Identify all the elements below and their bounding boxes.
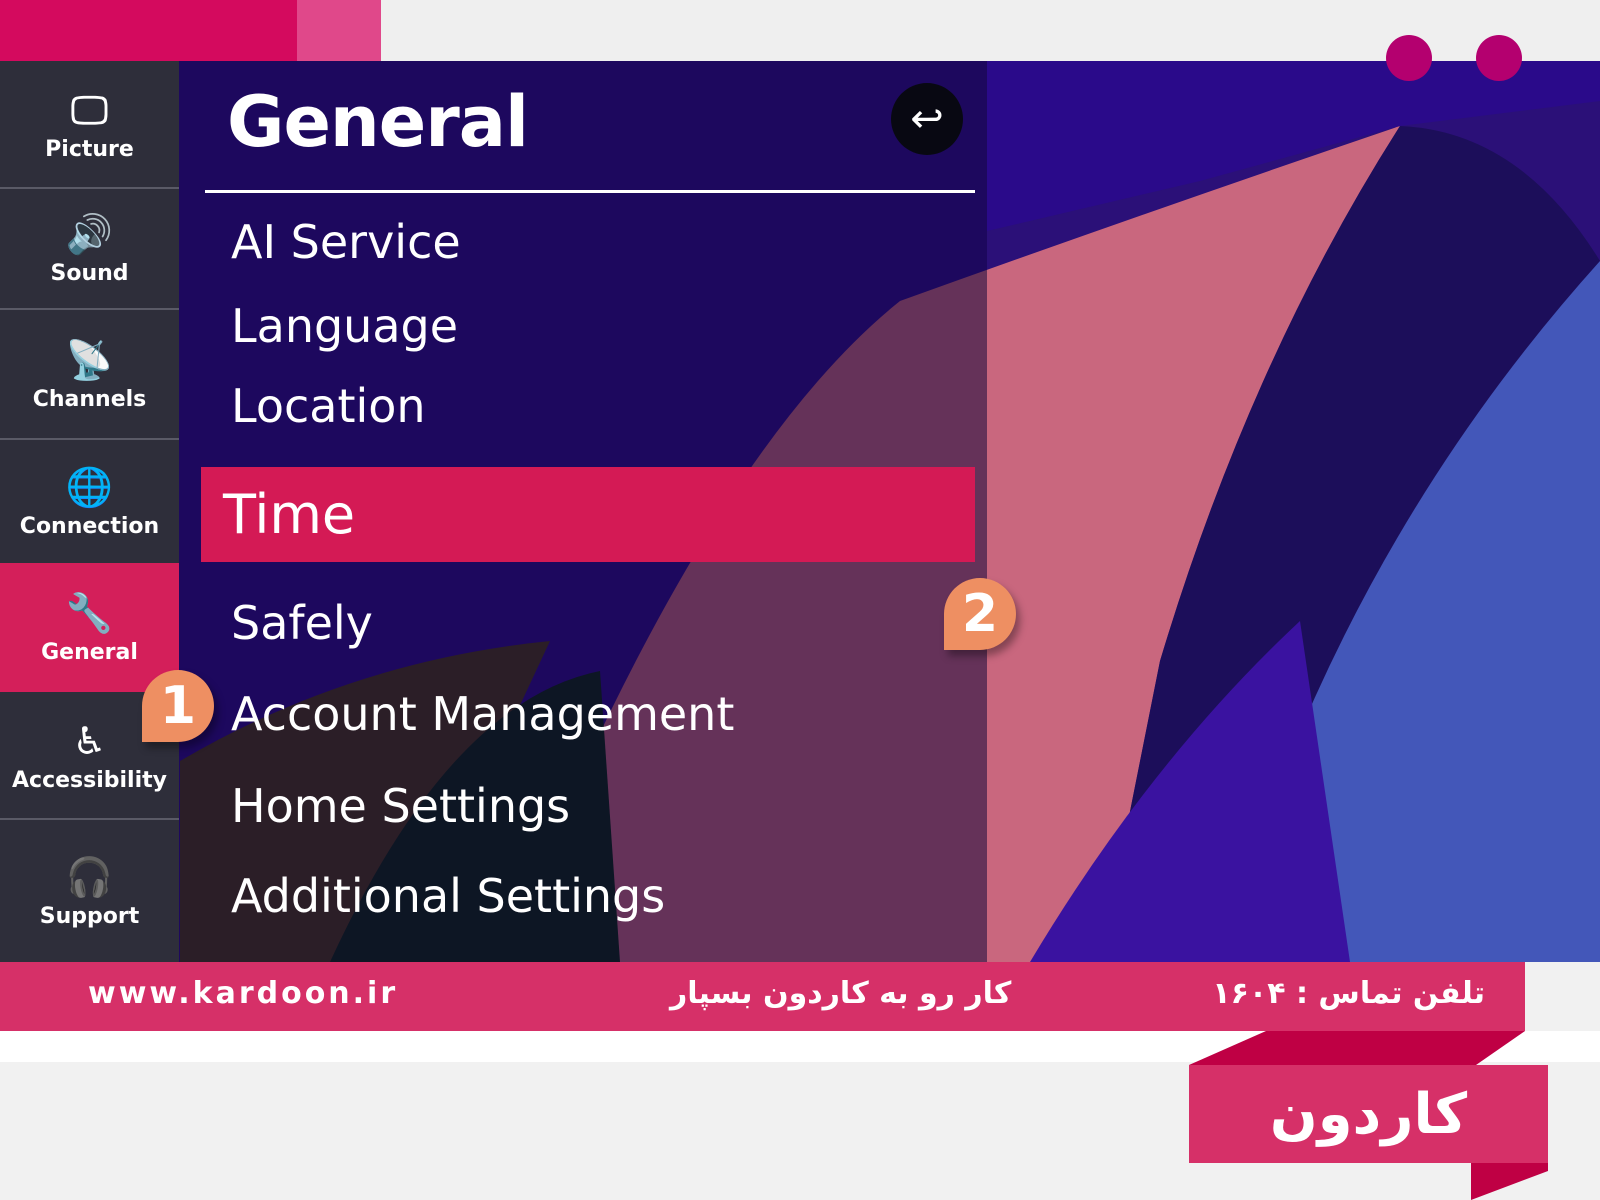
menu-item-account-management[interactable]: Account Management: [231, 686, 734, 742]
title-divider: [205, 190, 975, 193]
menu-item-home-settings[interactable]: Home Settings: [231, 778, 570, 834]
globe-icon: 🌐: [65, 465, 114, 509]
menu-item-language[interactable]: Language: [231, 298, 458, 354]
sidebar-item-connection[interactable]: 🌐 Connection: [0, 440, 179, 563]
sidebar-item-label: Connection: [19, 514, 160, 539]
slogan: کار رو به کاردون بسپار: [670, 976, 1012, 1011]
menu-item-time[interactable]: Time: [201, 467, 975, 562]
back-button[interactable]: ↩: [891, 83, 963, 155]
decoration-dot: [1386, 35, 1432, 81]
satellite-dish-icon: 📡: [65, 337, 114, 382]
settings-sidebar: 🖵 Picture 🔊 Sound 📡 Channels 🌐 Connection 🔧 G…: [0, 61, 179, 962]
sidebar-item-label: General: [41, 640, 138, 665]
footer-bar: www.kardoon.ir کار رو به کاردون بسپار تل…: [0, 962, 1525, 1031]
website-link[interactable]: www.kardoon.ir: [88, 976, 398, 1011]
sidebar-item-picture[interactable]: 🖵 Picture: [0, 61, 179, 189]
sidebar-item-sound[interactable]: 🔊 Sound: [0, 189, 179, 310]
menu-item-ai-service[interactable]: AI Service: [231, 214, 461, 270]
menu-item-additional-settings[interactable]: Additional Settings: [231, 868, 665, 924]
general-settings-panel: General ↩ AI Service Language Location T…: [179, 61, 987, 962]
sidebar-item-label: Channels: [32, 386, 147, 412]
sidebar-item-label: Sound: [50, 261, 129, 286]
sidebar-item-general[interactable]: 🔧 General: [0, 563, 179, 692]
top-bar-segment-dark: [0, 0, 297, 61]
speaker-icon: 🔊: [65, 212, 114, 256]
panel-title: General: [227, 81, 529, 163]
sidebar-item-label: Accessibility: [12, 767, 167, 793]
kardoon-logo: کاردون: [1189, 1065, 1548, 1163]
sidebar-item-channels[interactable]: 📡 Channels: [0, 310, 179, 440]
top-bar-segment-light: [297, 0, 381, 61]
top-decoration-bar: [0, 0, 1600, 61]
phone-number: تلفن تماس : ۱۶۰۴: [1212, 976, 1485, 1011]
monitor-icon: 🖵: [71, 87, 108, 132]
menu-item-safely[interactable]: Safely: [231, 595, 373, 651]
tv-screen: General ↩ AI Service Language Location T…: [0, 61, 1600, 962]
sidebar-item-label: Support: [39, 903, 140, 929]
decoration-dot: [1476, 35, 1522, 81]
step-badge-2: 2: [944, 578, 1016, 650]
footer-background: [0, 1062, 1176, 1200]
sidebar-item-label: Picture: [45, 136, 134, 162]
accessibility-icon: ♿: [72, 718, 107, 763]
sidebar-item-support[interactable]: 🎧 Support: [0, 820, 179, 962]
step-badge-1: 1: [142, 670, 214, 742]
wrench-icon: 🔧: [65, 591, 114, 635]
back-arrow-icon: ↩: [910, 96, 944, 142]
menu-item-location[interactable]: Location: [231, 378, 426, 434]
headset-icon: 🎧: [65, 854, 114, 899]
